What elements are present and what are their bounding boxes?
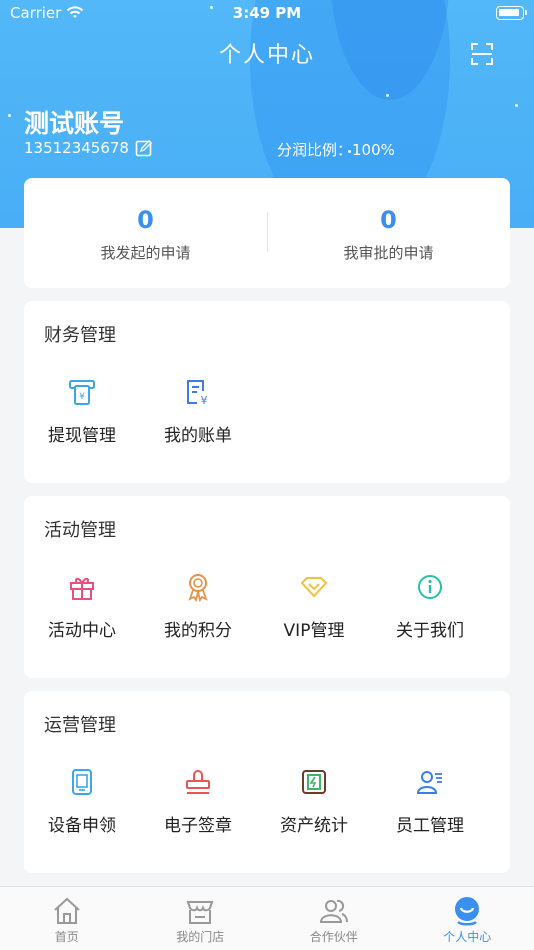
gift-icon bbox=[70, 577, 94, 600]
info-icon bbox=[418, 575, 442, 599]
asset-icon bbox=[302, 770, 326, 794]
tab-my-store[interactable]: 我的门店 bbox=[134, 887, 268, 950]
user-phone-row: 13512345678 bbox=[24, 139, 153, 157]
stat-my-applications[interactable]: 0 我发起的申请 bbox=[24, 178, 267, 288]
svg-text:¥: ¥ bbox=[201, 394, 208, 407]
stat-label: 我审批的申请 bbox=[343, 244, 434, 262]
partners-icon bbox=[319, 899, 348, 923]
decorative-dot bbox=[8, 114, 11, 117]
staff-management-button[interactable]: 员工管理 bbox=[372, 767, 488, 836]
about-us-button[interactable]: 关于我们 bbox=[372, 572, 488, 641]
edit-icon[interactable] bbox=[135, 139, 153, 157]
vip-management-button[interactable]: VIP管理 bbox=[256, 572, 372, 641]
battery-icon bbox=[496, 6, 527, 20]
withdraw-icon: ¥ bbox=[69, 380, 95, 405]
decorative-dot bbox=[386, 94, 389, 97]
bill-icon: ¥ bbox=[187, 380, 208, 407]
scan-icon[interactable] bbox=[470, 42, 494, 66]
staff-icon bbox=[416, 771, 442, 794]
activity-center-button[interactable]: 活动中心 bbox=[24, 572, 140, 641]
withdraw-management-button[interactable]: ¥ 提现管理 bbox=[24, 377, 140, 446]
stat-approved-applications[interactable]: 0 我审批的申请 bbox=[267, 178, 510, 288]
profile-icon bbox=[455, 897, 480, 926]
svg-text:¥: ¥ bbox=[79, 392, 85, 402]
status-bar: Carrier 3:49 PM bbox=[0, 0, 534, 28]
profit-ratio: 分润比例：100% bbox=[277, 141, 395, 159]
section-title: 财务管理 bbox=[44, 325, 116, 346]
my-bill-button[interactable]: ¥ 我的账单 bbox=[140, 377, 256, 446]
user-name: 测试账号 bbox=[24, 109, 125, 138]
diamond-icon bbox=[300, 577, 328, 598]
medal-icon bbox=[188, 574, 208, 602]
stats-card: 0 我发起的申请 0 我审批的申请 bbox=[24, 178, 510, 288]
device-icon bbox=[72, 769, 92, 795]
tab-profile[interactable]: 个人中心 bbox=[401, 887, 534, 950]
my-points-button[interactable]: 我的积分 bbox=[140, 572, 256, 641]
stat-value: 0 bbox=[137, 206, 154, 234]
section-title: 运营管理 bbox=[44, 715, 116, 736]
operation-section: 运营管理 设备申领 电子签章 资产统计 员工管理 bbox=[24, 691, 510, 873]
decorative-dot bbox=[515, 104, 518, 107]
device-request-button[interactable]: 设备申领 bbox=[24, 767, 140, 836]
stamp-icon bbox=[186, 770, 210, 794]
store-icon bbox=[186, 901, 214, 924]
asset-statistics-button[interactable]: 资产统计 bbox=[256, 767, 372, 836]
finance-grid: ¥ 提现管理 ¥ 我的账单 bbox=[24, 377, 510, 446]
tab-partners[interactable]: 合作伙伴 bbox=[267, 887, 401, 950]
section-title: 活动管理 bbox=[44, 520, 116, 541]
clock: 3:49 PM bbox=[232, 4, 302, 22]
e-signature-button[interactable]: 电子签章 bbox=[140, 767, 256, 836]
divider bbox=[267, 212, 268, 252]
home-icon bbox=[54, 897, 80, 924]
stat-value: 0 bbox=[380, 206, 397, 234]
tab-bar: 首页 我的门店 合作伙伴 个人中心 bbox=[0, 886, 534, 950]
activity-section: 活动管理 活动中心 我的积分 VIP管理 关于我们 bbox=[24, 496, 510, 678]
finance-section: 财务管理 ¥ 提现管理 ¥ 我的账单 bbox=[24, 301, 510, 483]
user-phone: 13512345678 bbox=[24, 139, 129, 157]
operation-grid: 设备申领 电子签章 资产统计 员工管理 bbox=[24, 767, 510, 836]
activity-grid: 活动中心 我的积分 VIP管理 关于我们 bbox=[24, 572, 510, 641]
tab-home[interactable]: 首页 bbox=[0, 887, 134, 950]
page-title: 个人中心 bbox=[218, 43, 315, 68]
stat-label: 我发起的申请 bbox=[100, 244, 191, 262]
